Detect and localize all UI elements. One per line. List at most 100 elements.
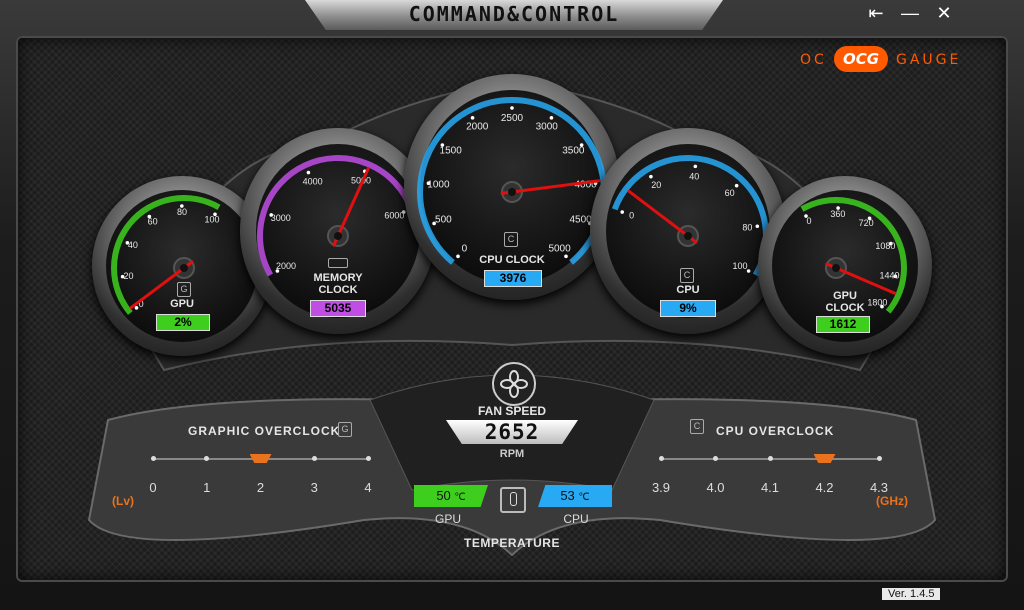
cpu-temperature-label: CPU [563,512,589,526]
cpu-overclock-scale-label: 4.2 [815,480,834,495]
cpu-temperature-box: 53 ℃ [538,485,612,507]
cpu-clock-tick-dot [510,106,514,110]
gpu-clock-tick-label: 0 [806,216,811,226]
graphic-overclock-scale-label: 2 [256,480,265,495]
cpu-clock-tick-label: 3000 [536,122,559,133]
cpu-tick-dot [649,174,653,179]
cpu-clock-tick-label: 4500 [569,215,592,226]
temperature-label: TEMPERATURE [464,536,560,550]
cpu-tick-dot [734,183,739,188]
cpu-clock-needle-cap [508,188,516,196]
memory-tick-dot [306,170,311,175]
gpu-gauge-label: GPU [170,298,194,310]
cpu-tick-label: 20 [651,180,661,190]
fan-speed-label: FAN SPEED [477,404,546,418]
cpu-chip-icon: C [680,268,694,283]
cpu-tick-label: 60 [725,188,735,198]
cpu-overclock-step-dot[interactable] [658,456,664,461]
cpu-temperature-value: 53 [560,488,575,503]
cpu-overclock-scale-label: 4.0 [706,480,725,495]
memory-needle-cap [334,232,342,240]
memory-chip-icon [328,258,348,268]
cpu-overclock-label: CPU OVERCLOCK [716,424,835,438]
gpu-clock-tick-label: 720 [859,218,874,228]
cpu-overclock-step-dot[interactable] [713,456,718,461]
gpu-tick-label: 40 [128,240,138,250]
cpu-overclock-chip-icon: C [690,419,704,434]
gpu-clock-tick-label: 1080 [875,241,895,251]
cpu-tick-dot [620,210,625,214]
memory-clock-readout: 5035 [310,300,366,317]
gpu-temperature-box: 50 ℃ [414,485,488,507]
graphic-overclock-step-dot[interactable] [365,456,371,461]
gpu-load-readout: 2% [156,314,210,331]
cpu-clock-tick-label: 2500 [501,113,524,124]
graphic-overclock-scale-label: 1 [203,480,211,495]
gpu-clock-gauge: 0 360 720 1080 1440 1800 GPU CLOCK 1612 [758,176,932,356]
cpu-clock-tick-label: 2000 [466,122,489,133]
cpu-overclock-scale-label: 3.9 [651,480,671,495]
fan-icon [492,362,536,406]
cpu-clock-readout: 3976 [484,270,542,287]
graphic-overclock-scale-label: 0 [149,480,157,495]
cpu-clock-tick-label: 500 [435,215,452,226]
cpu-clock-gauge: 0 500 1000 1500 2000 2500 3000 3500 4000 4500 5000… [404,74,620,300]
cpu-clock-tick-dot [549,116,554,120]
cpu-temperature-unit: ℃ [578,492,590,503]
cpu-clock-gauge-dial: 0500100015002000250030003500400045005000 [417,97,607,265]
cpu-overclock-step-dot[interactable] [767,456,773,461]
cpu-clock-tick-dot [470,116,475,120]
graphic-overclock-step-dot[interactable] [311,456,317,461]
cpu-overclock-step-dot[interactable] [876,456,882,461]
gpu-temperature-unit: ℃ [454,492,466,503]
cpu-clock-tick-dot [564,254,568,259]
gpu-tick-label: 60 [148,217,158,227]
gpu-chip-icon: G [177,282,191,297]
memory-tick-label: 3000 [271,213,291,223]
gpu-tick-label: 80 [177,207,187,217]
cpu-tick-label: 0 [629,210,634,220]
cpu-tick-dot [693,164,698,169]
cpu-needle-cap [684,232,692,240]
gpu-tick-label: 100 [204,215,219,225]
graphic-overclock-scale-label: 3 [310,480,318,495]
cpu-tick-label: 80 [742,223,752,233]
gpu-clock-readout: 1612 [816,316,870,333]
cpu-clock-chip-icon: C [504,232,518,247]
graphic-overclock-label: GRAPHIC OVERCLOCK [188,424,341,438]
gpu-arc [111,195,221,315]
graphic-overclock-step-dot[interactable] [150,456,156,461]
graphic-chip-icon: G [338,422,352,437]
version-label: Ver. 1.4.5 [882,588,941,600]
cpu-tick-label: 40 [689,171,699,181]
fan-speed-unit: RPM [499,448,525,460]
cpu-tick-label: 100 [732,261,747,271]
graphic-overclock-unit: (Lv) [112,494,134,508]
gpu-clock-needle-cap [832,264,840,272]
thermometer-chip-icon [500,487,526,513]
gpu-tick-label: 20 [124,271,134,281]
cpu-clock-tick-label: 1000 [427,179,450,190]
cpu-load-gauge: 0 20 40 60 80 100 C CPU 9% [590,128,786,334]
gpu-needle-cap [180,264,188,272]
memory-tick-label: 2000 [276,261,296,271]
cpu-load-readout: 9% [660,300,716,317]
memory-tick-label: 4000 [303,177,323,187]
gpu-clock-gauge-label: GPU CLOCK [825,290,865,314]
cpu-clock-tick-dot [456,254,460,259]
cpu-overclock-scale-label: 4.3 [869,480,889,495]
cpu-gauge-label: CPU [676,284,700,296]
gpu-temperature-value: 50 [436,488,451,503]
memory-gauge-label: MEMORY CLOCK [313,272,363,296]
cpu-clock-tick-label: 3500 [562,146,585,157]
graphic-overclock-scale-label: 4 [364,480,372,495]
memory-tick-label: 6000 [384,210,404,220]
gpu-temperature-label: GPU [434,512,461,526]
cpu-clock-tick-label: 1500 [440,146,463,157]
cpu-overclock-scale-label: 4.1 [760,480,780,495]
fan-speed-value: 2652 [484,420,540,444]
gpu-clock-tick-label: 360 [830,209,845,219]
cpu-clock-gauge-label: CPU CLOCK [479,254,545,266]
cpu-overclock-unit: (GHz) [876,494,908,508]
gpu-clock-tick-label: 1440 [879,271,899,281]
